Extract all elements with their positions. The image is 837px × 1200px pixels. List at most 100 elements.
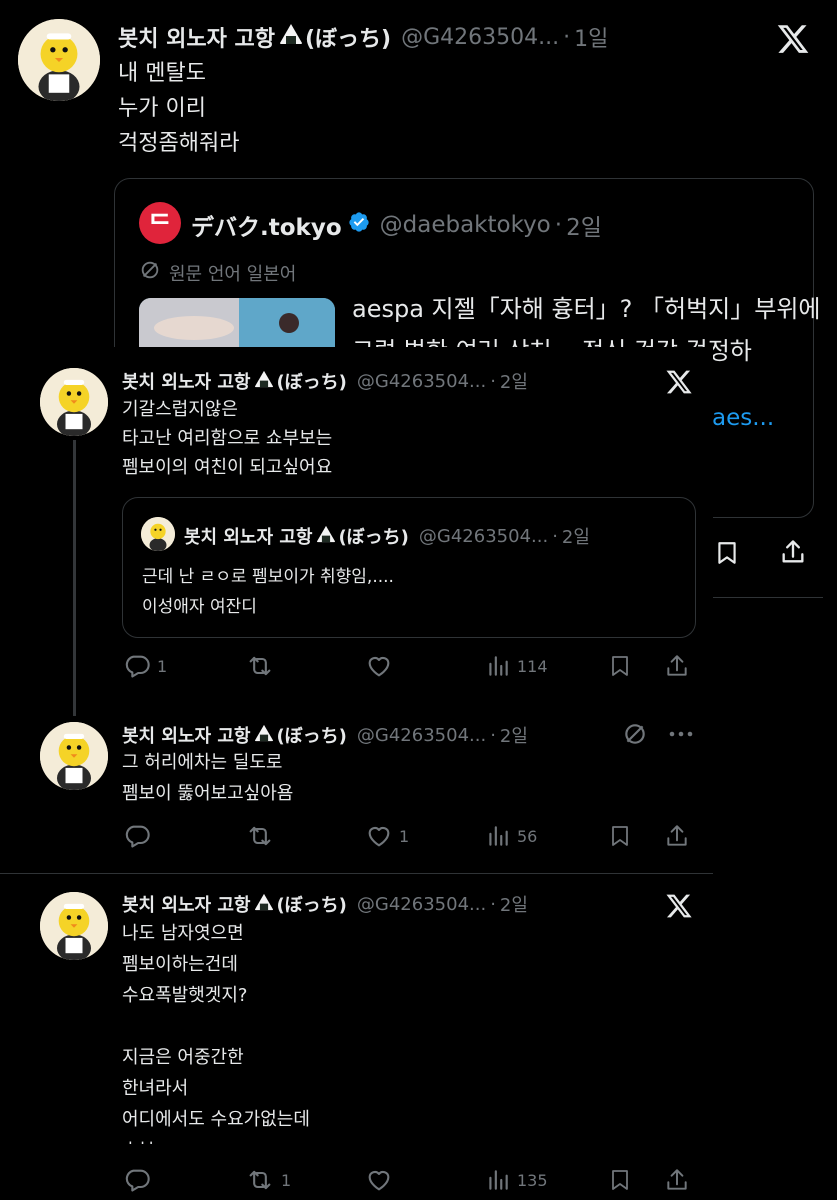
bookmark-button[interactable] — [608, 823, 664, 849]
quoted-time[interactable]: 2일 — [566, 208, 602, 242]
action-bar: 1 135 — [123, 1166, 690, 1194]
author-suffix[interactable]: (ぼっち) — [305, 21, 391, 53]
retweet-icon — [249, 656, 271, 676]
views-button[interactable]: 114 — [485, 652, 608, 680]
action-bar: 1 56 — [123, 822, 690, 850]
headline-line-1: aespa 지젤「자해 흉터」? 「허벅지」부위에 — [352, 295, 821, 323]
avatar[interactable] — [18, 19, 100, 101]
views-icon — [489, 656, 508, 676]
bookmark-icon[interactable] — [714, 539, 740, 571]
tweet-header: 봇치 외노자 고항 (ぼっち) @G4263504... · 1일 — [118, 21, 608, 53]
views-icon — [489, 826, 508, 846]
thread-overlay — [0, 347, 713, 1200]
tweet-text: 나도 남자엿으면 펨보이하는건데 수요폭발햇겟지? 지금은 어중간한 한녀라서 … — [122, 923, 310, 1130]
riceball-icon — [254, 724, 274, 747]
quoted-time[interactable]: 2일 — [562, 523, 590, 549]
riceball-icon — [254, 893, 274, 916]
quoted-text: 근데 난 ㄹㅇ로 펨보이가 취향임,.... 이성애자 여잔디 — [142, 567, 394, 617]
like-button[interactable] — [365, 1166, 485, 1194]
author-suffix[interactable]: (ぼっち) — [276, 722, 346, 748]
quoted-author-name[interactable]: 봇치 외노자 고항 — [184, 523, 312, 549]
share-icon — [667, 655, 687, 676]
x-logo-icon — [665, 892, 693, 920]
author-name[interactable]: 봇치 외노자 고항 — [122, 368, 250, 394]
bookmark-button[interactable] — [608, 653, 664, 679]
share-icon — [667, 1169, 687, 1190]
riceball-icon — [254, 370, 274, 393]
chick-maid-avatar-icon — [40, 892, 108, 960]
bookmark-icon — [612, 826, 628, 846]
author-name[interactable]: 봇치 외노자 고항 — [122, 722, 250, 748]
tweet-header: 봇치 외노자 고항 (ぼっち) @G4263504... · 2일 — [122, 891, 528, 917]
separator-dot: · — [490, 724, 496, 746]
tweet-text: 그 허리에차는 딜도로 펨보이 뚫어보고싶아욤 — [122, 752, 294, 804]
quoted-handle[interactable]: @daebaktokyo — [380, 212, 551, 238]
action-bar: 1 114 — [123, 652, 690, 680]
reply-button[interactable]: 1 — [123, 652, 245, 680]
retweet-button[interactable] — [245, 652, 365, 680]
avatar[interactable] — [40, 368, 108, 436]
share-icon[interactable] — [779, 538, 807, 570]
more-icon[interactable] — [667, 722, 695, 750]
timestamp[interactable]: 1일 — [574, 21, 608, 53]
retweet-button[interactable] — [245, 822, 365, 850]
author-suffix[interactable]: (ぼっち) — [276, 891, 346, 917]
like-icon — [368, 826, 390, 847]
views-count: 135 — [517, 1170, 548, 1190]
quoted-header: デバク.tokyo @daebaktokyo · 2일 — [191, 208, 602, 242]
author-name[interactable]: 봇치 외노자 고항 — [122, 891, 250, 917]
tweet-header: 봇치 외노자 고항 (ぼっち) @G4263504... · 2일 — [122, 722, 528, 748]
reply-button[interactable] — [123, 1166, 245, 1194]
chick-maid-avatar-icon — [141, 517, 175, 551]
author-name[interactable]: 봇치 외노자 고항 — [118, 21, 275, 53]
reply-icon — [125, 655, 150, 678]
timestamp[interactable]: 2일 — [500, 891, 528, 917]
bookmark-button[interactable] — [608, 1167, 664, 1193]
author-handle[interactable]: @G4263504... — [357, 371, 486, 392]
author-handle[interactable]: @G4263504... — [357, 725, 486, 746]
views-count: 114 — [517, 656, 548, 676]
share-button[interactable] — [664, 1167, 690, 1193]
chick-maid-avatar-icon — [18, 19, 100, 101]
views-button[interactable]: 56 — [485, 822, 608, 850]
riceball-icon — [316, 525, 336, 548]
chick-maid-avatar-icon — [40, 368, 108, 436]
tweet-header: 봇치 외노자 고항 (ぼっち) @G4263504... · 2일 — [122, 368, 528, 394]
retweet-count: 1 — [281, 1170, 292, 1190]
author-suffix[interactable]: (ぼっち) — [276, 368, 346, 394]
reply-button[interactable] — [123, 822, 245, 850]
share-button[interactable] — [664, 823, 690, 849]
brand-avatar[interactable]: ᄃ — [139, 202, 181, 244]
like-icon — [368, 1170, 390, 1191]
tweet-text: 내 멘탈도 누가 이리 걱정좀해줘라 — [118, 61, 240, 156]
riceball-icon — [279, 23, 303, 51]
timestamp[interactable]: 2일 — [500, 722, 528, 748]
author-handle[interactable]: @G4263504... — [357, 894, 486, 915]
quoted-handle[interactable]: @G4263504... — [419, 526, 548, 547]
truncated-text: ㅅㅂ — [122, 1134, 322, 1144]
translate-icon — [139, 259, 161, 286]
translate-icon[interactable] — [622, 721, 648, 751]
separator-dot: · — [554, 212, 563, 238]
tweet-text: 기갈스럽지않은 타고난 여리함으로 쇼부보는 펨보이의 여친이 되고싶어요 — [122, 399, 333, 478]
timestamp[interactable]: 2일 — [500, 368, 528, 394]
reply-icon — [125, 1169, 150, 1192]
views-button[interactable]: 135 — [485, 1166, 608, 1194]
retweet-button[interactable]: 1 — [245, 1166, 365, 1194]
retweet-icon — [249, 1170, 271, 1190]
separator-dot: · — [490, 893, 496, 915]
retweet-icon — [249, 826, 271, 846]
quoted-author-suffix[interactable]: (ぼっち) — [338, 523, 408, 549]
share-button[interactable] — [664, 653, 690, 679]
share-icon — [667, 825, 687, 846]
article-link[interactable]: aes... — [712, 405, 774, 431]
avatar[interactable] — [40, 892, 108, 960]
avatar[interactable] — [40, 722, 108, 790]
reply-count: 1 — [157, 656, 168, 676]
author-handle[interactable]: @G4263504... — [401, 25, 559, 50]
like-button[interactable] — [365, 652, 485, 680]
like-button[interactable]: 1 — [365, 822, 485, 850]
brand-initial: ᄃ — [148, 210, 172, 241]
quoted-author-name[interactable]: デバク.tokyo — [191, 208, 342, 242]
quoted-avatar[interactable] — [141, 517, 175, 551]
